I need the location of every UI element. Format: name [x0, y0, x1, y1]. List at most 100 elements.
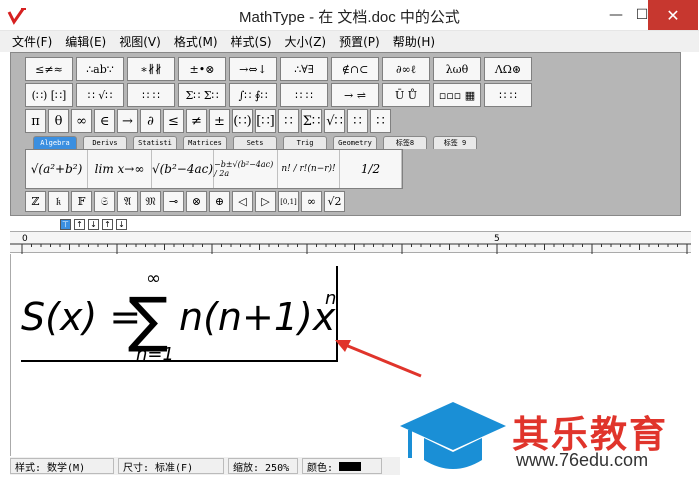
- menu-help[interactable]: 帮助(H): [393, 33, 435, 50]
- tab-matrices[interactable]: Matrices: [183, 136, 227, 149]
- tab-derivs[interactable]: Derivs: [83, 136, 127, 149]
- fraktur-m-button[interactable]: 𝔐: [140, 191, 161, 212]
- formula-display: S(x) = ∑ ∞ n=1 n(n+1)x n: [21, 268, 336, 364]
- status-style[interactable]: 样式: 数学(M): [10, 458, 114, 474]
- sqrt2-button[interactable]: √2: [324, 191, 345, 212]
- subscript-button[interactable]: ∷: [370, 109, 391, 133]
- menu-file[interactable]: 文件(F): [12, 33, 52, 50]
- equation-baseline: [21, 360, 337, 362]
- ruler[interactable]: 0 5: [10, 231, 691, 254]
- tab-right-icon[interactable]: ↓: [88, 219, 99, 230]
- arrow-annotation-icon: [335, 340, 422, 378]
- integrals-palette-button[interactable]: ∫∷ ∮∷: [229, 83, 277, 107]
- pi-button[interactable]: π: [25, 109, 46, 133]
- template-pythagoras[interactable]: √(a²+b²): [26, 150, 88, 188]
- matrices-palette-button[interactable]: ▫▫▫ ▦: [433, 83, 481, 107]
- fractions-radicals-palette-button[interactable]: ∷ √∷: [76, 83, 124, 107]
- brackets-button[interactable]: [∷]: [255, 109, 276, 133]
- circle-plus-button[interactable]: ⊕: [209, 191, 230, 212]
- status-bar: 样式: 数学(M) 尺寸: 标准(F) 缩放: 250% 颜色:: [10, 457, 400, 475]
- status-color-label: 颜色:: [307, 462, 334, 474]
- color-swatch: [339, 461, 362, 471]
- status-color[interactable]: 颜色:: [302, 458, 382, 474]
- fences-palette-button[interactable]: (∷) [∷]: [25, 83, 73, 107]
- infinity-button[interactable]: ∞: [71, 109, 92, 133]
- symbol-toolbar: ≤≠≈ ∴ab∵ ∗∦∦ ±•⊗ →⇔↓ ∴∀∃ ∉∩⊂ ∂∞ℓ λωθ ΛΩ⊛…: [10, 52, 681, 216]
- parens-button[interactable]: (∷): [232, 109, 253, 133]
- misc-symbols-palette-button[interactable]: ∂∞ℓ: [382, 57, 430, 81]
- products-palette-button[interactable]: Ū Ů: [382, 83, 430, 107]
- tab-center-icon[interactable]: ↑: [74, 219, 85, 230]
- subscripts-palette-button[interactable]: ∷ ∷: [127, 83, 175, 107]
- arrows-palette-button[interactable]: →⇔↓: [229, 57, 277, 81]
- ruler-ticks: [10, 243, 691, 254]
- multimap-button[interactable]: ⊸: [163, 191, 184, 212]
- tab-trig[interactable]: Trig: [283, 136, 327, 149]
- embellishments-palette-button[interactable]: ∗∦∦: [127, 57, 175, 81]
- tab-label8[interactable]: 标签8: [383, 136, 427, 149]
- less-equal-button[interactable]: ≤: [163, 109, 184, 133]
- formula-exponent: n: [325, 288, 336, 309]
- template-half[interactable]: 1/2: [340, 150, 402, 188]
- greek-upper-palette-button[interactable]: ΛΩ⊛: [484, 57, 532, 81]
- underbars-palette-button[interactable]: ∷ ∷: [280, 83, 328, 107]
- template-combination[interactable]: n! / r!(n−r)!: [278, 150, 340, 188]
- tab-statistics[interactable]: Statisti: [133, 136, 177, 149]
- triangle-right-button[interactable]: ▷: [255, 191, 276, 212]
- element-of-button[interactable]: ∈: [94, 109, 115, 133]
- template-palette-row: (∷) [∷] ∷ √∷ ∷ ∷ Σ∷ Σ∷ ∫∷ ∮∷ ∷ ∷ → ⇌ Ū Ů…: [25, 83, 535, 107]
- template-limit[interactable]: lim x→∞: [88, 150, 152, 188]
- infinity-small-button[interactable]: ∞: [301, 191, 322, 212]
- fraktur-f-button[interactable]: 𝔽: [71, 191, 92, 212]
- tab-geometry[interactable]: Geometry: [333, 136, 377, 149]
- spaces-palette-button[interactable]: ∴ab∵: [76, 57, 124, 81]
- triangle-left-button[interactable]: ◁: [232, 191, 253, 212]
- tab-decimal-icon[interactable]: ↓: [116, 219, 127, 230]
- formula-body: n(n+1)x: [179, 295, 336, 339]
- tab-algebra[interactable]: Algebra: [33, 136, 77, 149]
- tab-label9[interactable]: 标签 9: [433, 136, 477, 149]
- status-size[interactable]: 尺寸: 标准(F): [118, 458, 224, 474]
- theta-button[interactable]: θ: [48, 109, 69, 133]
- sqrt-button[interactable]: √∷: [324, 109, 345, 133]
- operators-palette-button[interactable]: ±•⊗: [178, 57, 226, 81]
- partial-button[interactable]: ∂: [140, 109, 161, 133]
- labeled-arrows-palette-button[interactable]: → ⇌: [331, 83, 379, 107]
- integers-button[interactable]: ℤ: [25, 191, 46, 212]
- sum-button[interactable]: Σ∷: [301, 109, 322, 133]
- circle-times-button[interactable]: ⊗: [186, 191, 207, 212]
- graduation-cap-logo-icon: [400, 402, 506, 469]
- interval-button[interactable]: [0,1]: [278, 191, 299, 212]
- tab-left-icon[interactable]: ⊤: [60, 219, 71, 230]
- superscript-button[interactable]: ∷: [347, 109, 368, 133]
- menu-format[interactable]: 格式(M): [174, 33, 218, 50]
- menu-preferences[interactable]: 预置(P): [339, 33, 380, 50]
- fraktur-a-button[interactable]: 𝔄: [117, 191, 138, 212]
- not-equal-button[interactable]: ≠: [186, 109, 207, 133]
- logic-palette-button[interactable]: ∴∀∃: [280, 57, 328, 81]
- menu-size[interactable]: 大小(Z): [285, 33, 327, 50]
- menu-style[interactable]: 样式(S): [231, 33, 272, 50]
- tab-stop-toolbar: ⊤ ↑ ↓ ↑ ↓: [60, 219, 130, 230]
- relations-palette-button[interactable]: ≤≠≈: [25, 57, 73, 81]
- template-discriminant[interactable]: √(b²−4ac): [152, 150, 214, 188]
- fraction-button[interactable]: ∷: [278, 109, 299, 133]
- template-expression-bar: √(a²+b²) lim x→∞ √(b²−4ac) −b±√(b²−4ac) …: [25, 149, 403, 189]
- fraktur-k-button[interactable]: 𝔨: [48, 191, 69, 212]
- tab-relation-icon[interactable]: ↑: [102, 219, 113, 230]
- close-button[interactable]: ✕: [648, 0, 698, 30]
- tab-sets[interactable]: Sets: [233, 136, 277, 149]
- sets-palette-button[interactable]: ∉∩⊂: [331, 57, 379, 81]
- menu-bar: 文件(F) 编辑(E) 视图(V) 格式(M) 样式(S) 大小(Z) 预置(P…: [0, 31, 699, 52]
- symbol-palette-row: ≤≠≈ ∴ab∵ ∗∦∦ ±•⊗ →⇔↓ ∴∀∃ ∉∩⊂ ∂∞ℓ λωθ ΛΩ⊛: [25, 57, 535, 81]
- greek-lower-palette-button[interactable]: λωθ: [433, 57, 481, 81]
- boxes-palette-button[interactable]: ∷ ∷: [484, 83, 532, 107]
- template-quadratic[interactable]: −b±√(b²−4ac) / 2a: [214, 150, 278, 188]
- status-zoom[interactable]: 缩放: 250%: [228, 458, 298, 474]
- plus-minus-button[interactable]: ±: [209, 109, 230, 133]
- menu-edit[interactable]: 编辑(E): [65, 33, 106, 50]
- fraktur-s-button[interactable]: 𝔖: [94, 191, 115, 212]
- summations-palette-button[interactable]: Σ∷ Σ∷: [178, 83, 226, 107]
- arrow-right-button[interactable]: →: [117, 109, 138, 133]
- menu-view[interactable]: 视图(V): [119, 33, 161, 50]
